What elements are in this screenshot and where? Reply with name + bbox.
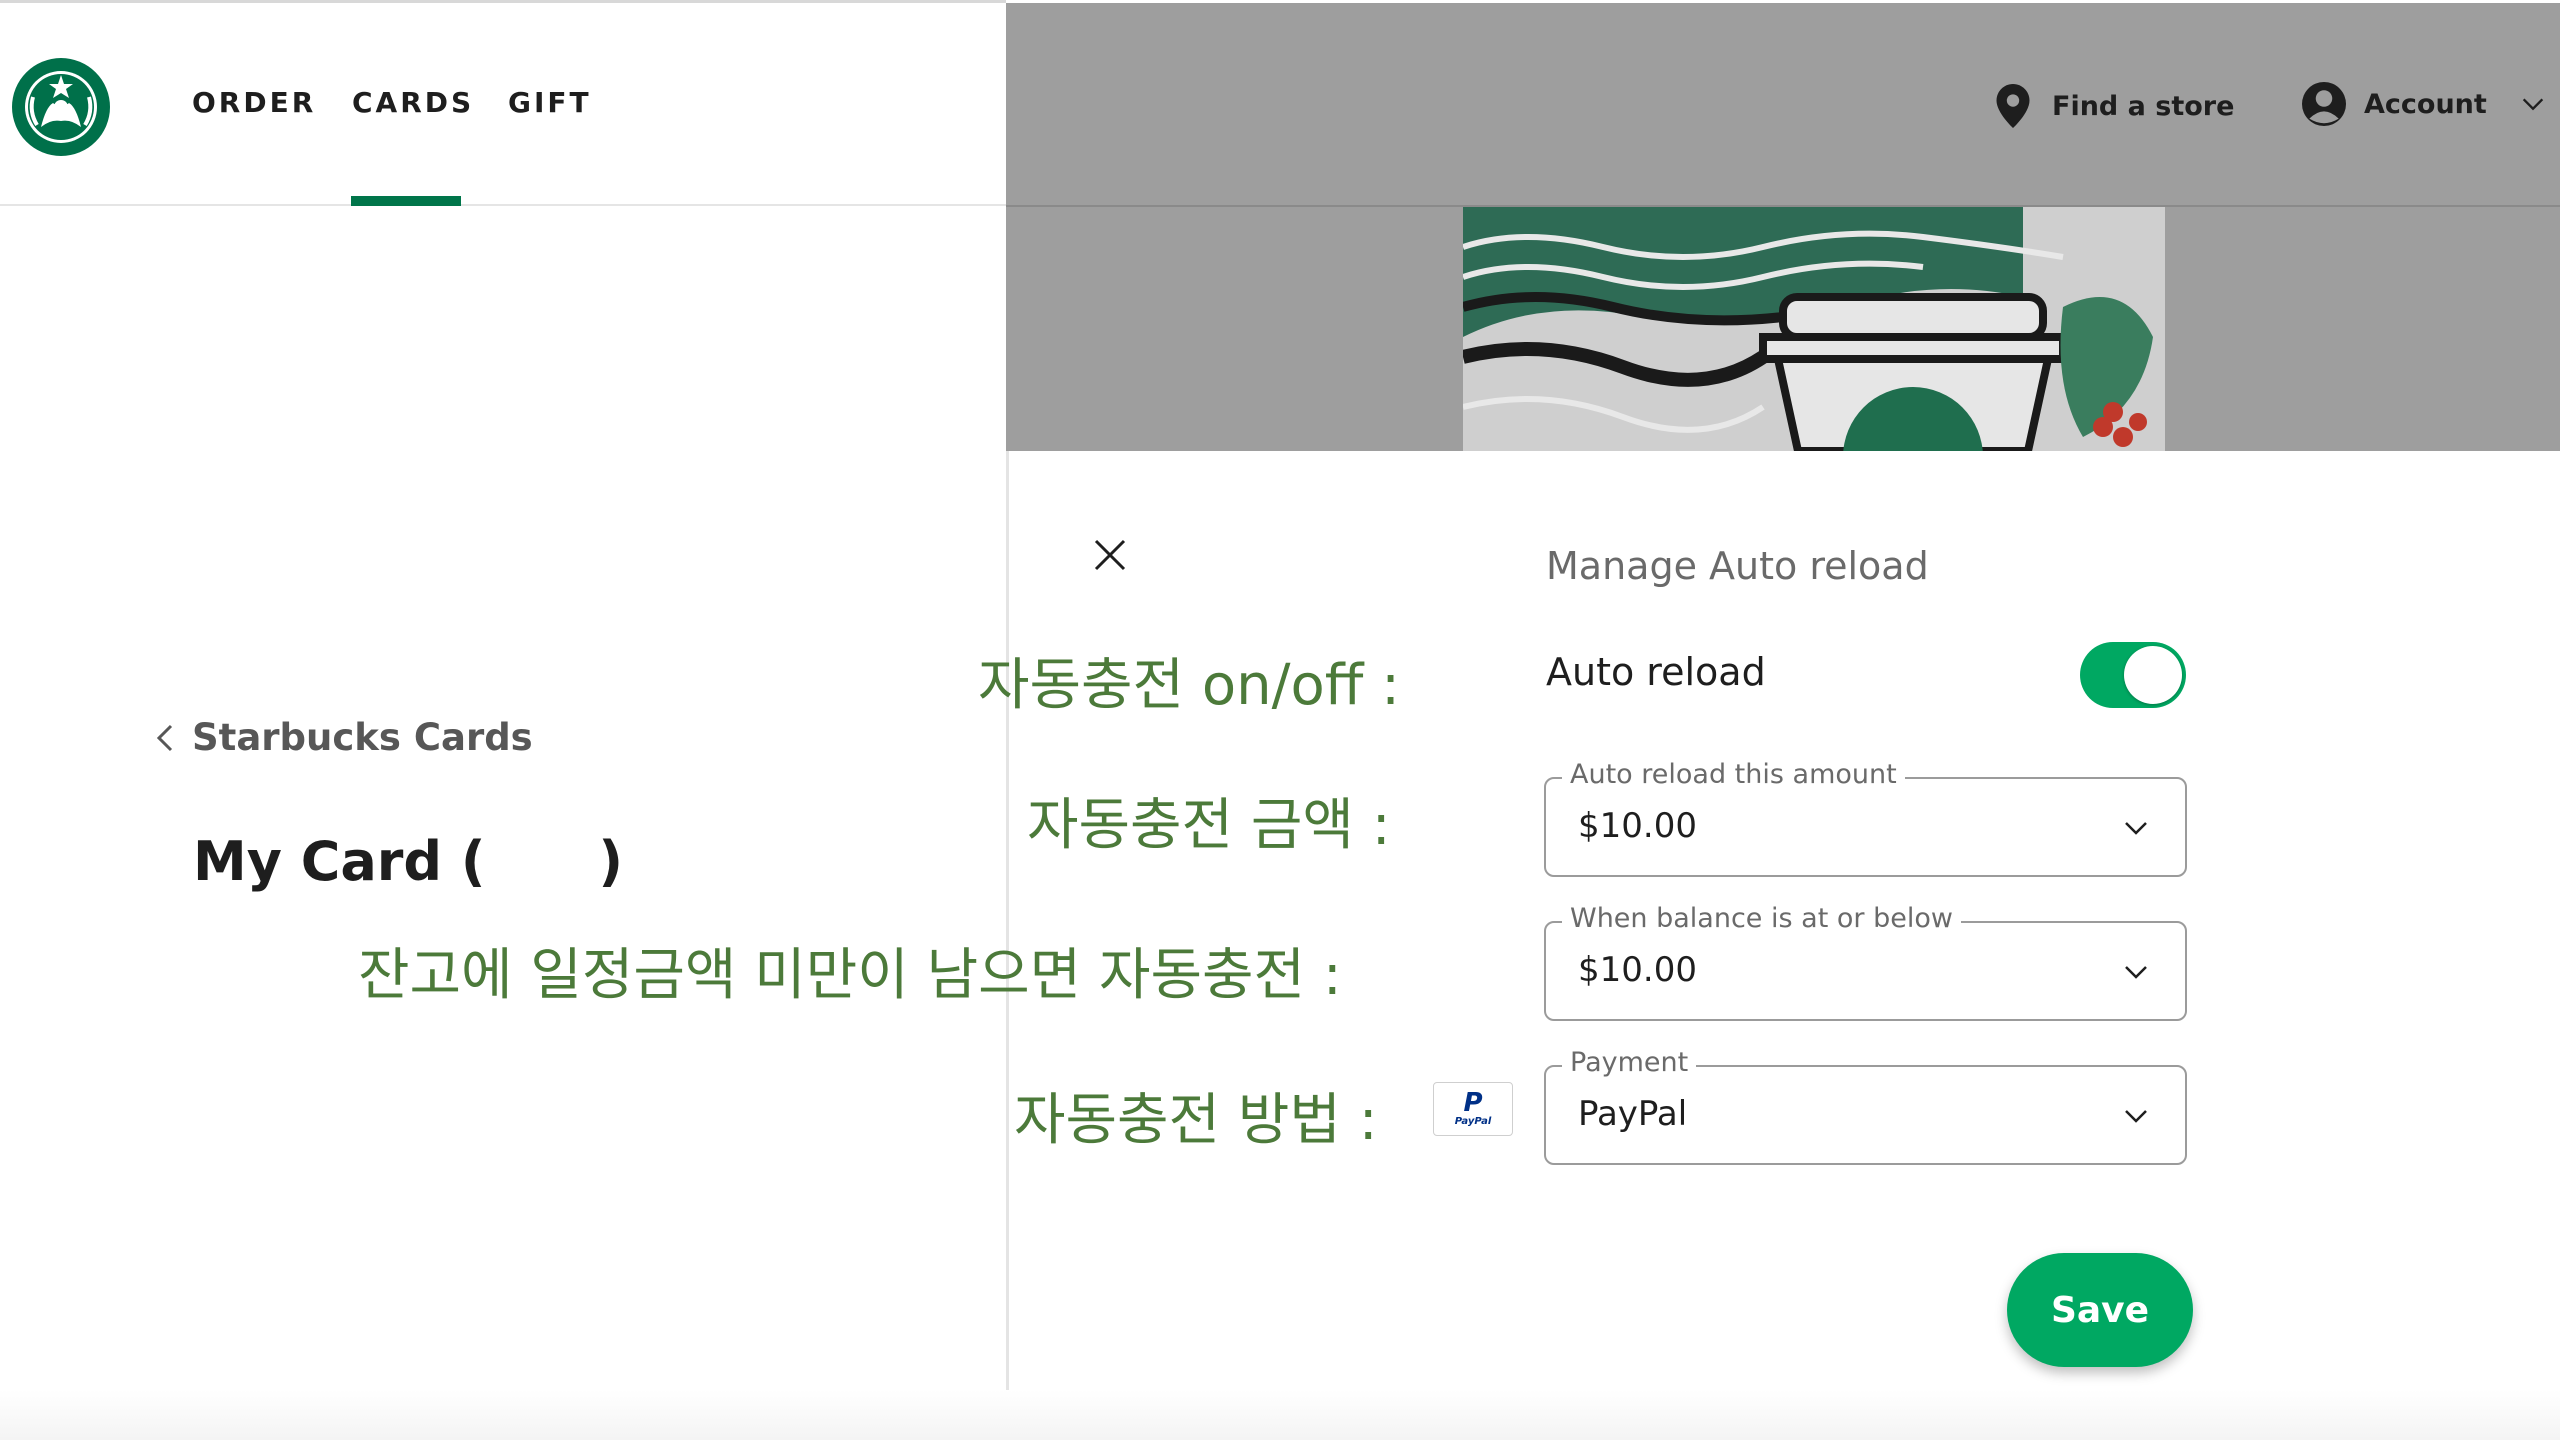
chevron-down-icon — [2522, 98, 2543, 111]
nav-order[interactable]: ORDER — [192, 86, 316, 119]
payment-label: Payment — [1562, 1047, 1697, 1078]
reload-amount-select[interactable]: Auto reload this amount $10.00 — [1544, 759, 2187, 877]
chevron-left-icon — [156, 724, 173, 751]
paypal-letter: P — [1463, 1088, 1483, 1118]
balance-threshold-label: When balance is at or below — [1562, 903, 1961, 934]
reload-amount-value: $10.00 — [1578, 806, 1697, 846]
close-icon[interactable] — [1090, 535, 1130, 575]
chevron-down-icon — [2125, 966, 2147, 979]
back-link-label: Starbucks Cards — [192, 716, 533, 759]
starbucks-card-image — [1463, 207, 2165, 451]
auto-reload-label: Auto reload — [1546, 650, 1766, 694]
dialog-title: Manage Auto reload — [1546, 544, 1929, 588]
nav-gift[interactable]: GIFT — [508, 86, 592, 119]
location-pin-icon — [1996, 84, 2030, 128]
page-title: My Card ( ) — [193, 830, 624, 893]
payment-select[interactable]: Payment PayPal — [1544, 1047, 2187, 1165]
nav-cards[interactable]: CARDS — [352, 86, 474, 119]
payment-value: PayPal — [1578, 1094, 1688, 1134]
paypal-icon: P PayPal — [1433, 1082, 1513, 1136]
reload-amount-label: Auto reload this amount — [1562, 759, 1905, 790]
save-button[interactable]: Save — [2007, 1253, 2193, 1367]
find-store-link[interactable]: Find a store — [1996, 84, 2234, 128]
account-label: Account — [2364, 88, 2487, 120]
paypal-text: PayPal — [1454, 1116, 1492, 1127]
find-store-label: Find a store — [2052, 90, 2235, 122]
account-avatar-icon — [2302, 82, 2346, 126]
auto-reload-toggle[interactable] — [2080, 642, 2186, 708]
chevron-down-icon — [2125, 822, 2147, 835]
toggle-knob — [2124, 646, 2182, 704]
annotation-threshold: 잔고에 일정금액 미만이 남으면 자동충전 : — [358, 943, 1342, 1008]
bottom-fade — [0, 1390, 2560, 1440]
annotation-amount: 자동충전 금액 : — [1027, 793, 1391, 858]
chevron-down-icon — [2125, 1110, 2147, 1123]
annotation-toggle: 자동충전 on/off : — [978, 653, 1401, 718]
balance-threshold-select[interactable]: When balance is at or below $10.00 — [1544, 903, 2187, 1021]
site-header — [0, 3, 1006, 206]
starbucks-logo-icon[interactable] — [11, 57, 111, 157]
account-menu[interactable]: Account — [2302, 82, 2547, 126]
back-to-starbucks-cards[interactable]: Starbucks Cards — [154, 716, 533, 759]
nav-active-indicator — [351, 196, 461, 206]
balance-threshold-value: $10.00 — [1578, 950, 1697, 990]
annotation-method: 자동충전 방법 : — [1014, 1088, 1378, 1153]
